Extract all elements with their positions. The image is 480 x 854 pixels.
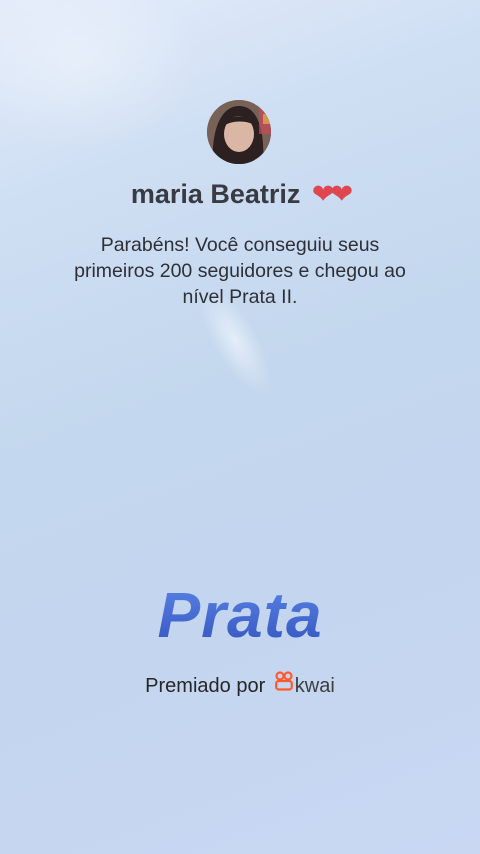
username-text: maria Beatriz [130,179,301,209]
username-heading: maria Beatriz ❤❤ [0,176,480,212]
brand-name: kwai [294,675,335,697]
awarded-by-label: Premiado por [145,675,266,697]
awarded-by-line: Premiado por kwai [0,671,480,701]
hearts-emoji: ❤❤ [311,179,353,209]
avatar-photo [207,100,271,164]
kwai-logo-icon [274,671,293,699]
profile-avatar[interactable] [207,100,271,164]
achievement-message: Parabéns! Você conseguiu seus primeiros … [74,234,406,308]
tier-title: Prata [0,580,480,650]
